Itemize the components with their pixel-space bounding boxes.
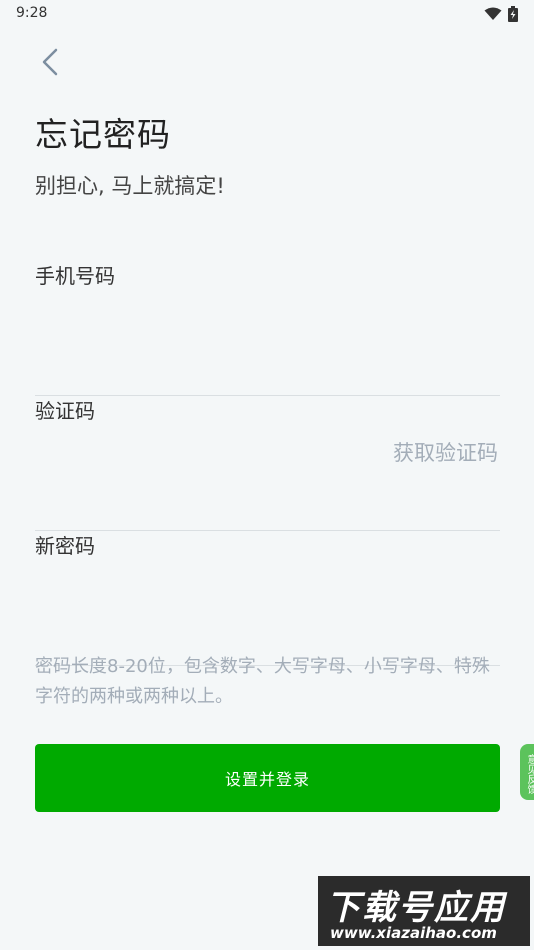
watermark-url: www.xiazaihao.com	[330, 924, 497, 942]
feedback-tab[interactable]: 意见反馈	[520, 744, 534, 800]
password-hint: 密码长度8-20位，包含数字、大写字母、小写字母、特殊字符的两种或两种以上。	[35, 656, 490, 707]
page-subtitle: 别担心, 马上就搞定!	[35, 174, 225, 198]
watermark: 下载号应用 www.xiazaihao.com	[318, 876, 530, 946]
status-time: 9:28	[16, 5, 48, 21]
page-title: 忘记密码	[35, 115, 171, 154]
battery-charging-icon	[508, 6, 518, 22]
back-button[interactable]	[30, 42, 70, 82]
new-password-field: 新密码	[35, 530, 500, 666]
watermark-logo: 下载号应用	[326, 888, 506, 928]
status-bar: 9:28	[0, 0, 534, 28]
get-code-button[interactable]: 获取验证码	[393, 437, 498, 467]
set-and-login-button[interactable]: 设置并登录	[35, 744, 500, 812]
new-password-input[interactable]	[35, 572, 500, 622]
verification-code-label: 验证码	[35, 399, 95, 423]
wifi-icon	[484, 7, 502, 20]
phone-input[interactable]	[35, 302, 500, 352]
new-password-label: 新密码	[35, 534, 95, 558]
verification-code-input[interactable]	[35, 437, 355, 487]
phone-label: 手机号码	[35, 264, 115, 288]
phone-field: 手机号码	[35, 260, 500, 396]
status-icons	[484, 6, 518, 22]
verification-code-field: 验证码 获取验证码	[35, 395, 500, 531]
chevron-left-icon	[42, 48, 58, 76]
